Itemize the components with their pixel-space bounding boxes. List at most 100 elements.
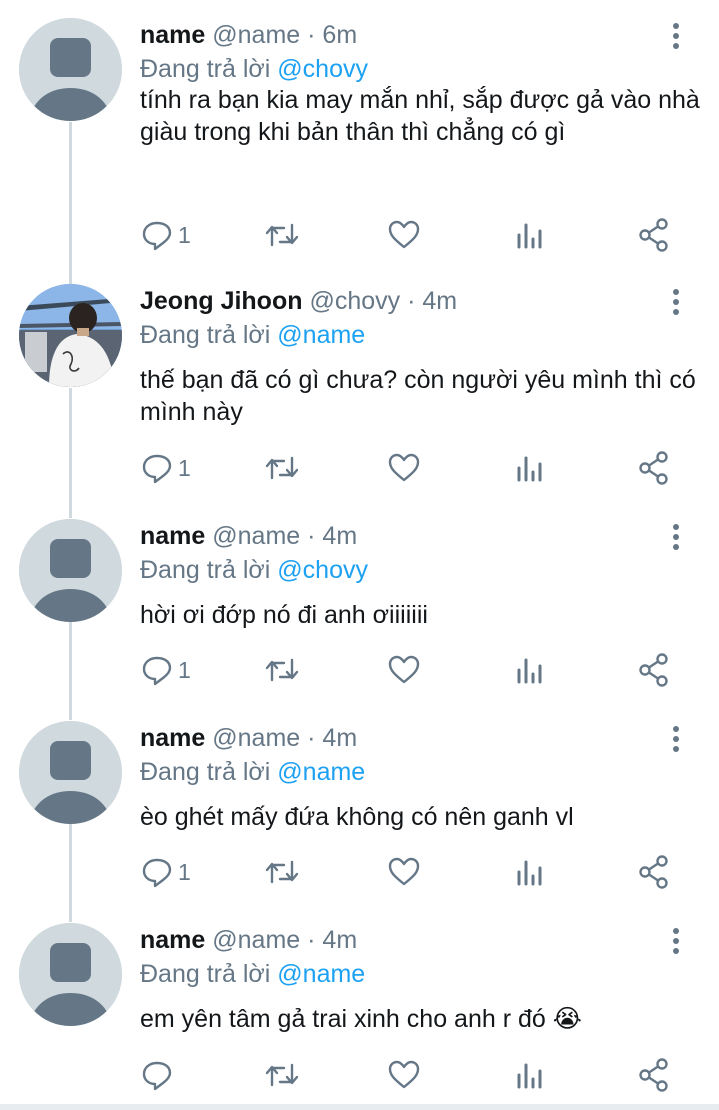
tweet-header: name @name · 4m	[140, 519, 357, 553]
reply-button[interactable]	[141, 1055, 201, 1095]
bottom-divider	[0, 1104, 719, 1110]
replying-to: Đang trả lời @chovy	[140, 553, 368, 587]
reply-icon	[142, 1061, 172, 1091]
views-button[interactable]	[515, 852, 545, 892]
retweet-icon	[265, 658, 299, 682]
reply-button[interactable]: 1	[141, 448, 201, 488]
more-options-icon[interactable]	[664, 519, 688, 551]
tweet-text: hời ơi đớp nó đi anh ơiiiiiii	[140, 601, 428, 629]
like-button[interactable]	[387, 852, 421, 892]
analytics-icon	[517, 456, 542, 482]
tweet-actions: 1	[0, 215, 719, 255]
more-options-icon[interactable]	[664, 923, 688, 955]
tweet-actions: 1	[0, 852, 719, 892]
heart-icon	[388, 655, 420, 684]
share-icon	[639, 451, 668, 485]
default-avatar[interactable]	[19, 923, 122, 1026]
separator: ·	[307, 522, 316, 550]
replying-to-label: Đang trả lời	[140, 55, 271, 83]
photo-avatar[interactable]	[19, 284, 122, 387]
replying-to: Đang trả lời @name	[140, 755, 365, 789]
analytics-icon	[517, 223, 542, 249]
mention-link[interactable]: @name	[277, 758, 365, 786]
views-button[interactable]	[515, 215, 545, 255]
timestamp[interactable]: 4m	[322, 724, 357, 752]
heart-icon	[388, 220, 420, 249]
share-icon	[639, 218, 668, 252]
views-button[interactable]	[515, 448, 545, 488]
reply-button[interactable]: 1	[141, 215, 201, 255]
analytics-icon	[517, 860, 542, 886]
mention-link[interactable]: @chovy	[277, 556, 368, 584]
share-button[interactable]	[637, 1055, 671, 1095]
display-name[interactable]: Jeong Jihoon	[140, 287, 303, 315]
timestamp[interactable]: 4m	[322, 522, 357, 550]
tweet-actions: 1	[0, 650, 719, 690]
user-handle[interactable]: @chovy	[309, 287, 400, 315]
tweet-header: name @name · 4m	[140, 721, 357, 755]
share-icon	[639, 653, 668, 687]
retweet-button[interactable]	[264, 1055, 300, 1095]
display-name[interactable]: name	[140, 21, 205, 49]
retweet-button[interactable]	[264, 852, 300, 892]
mention-link[interactable]: @name	[277, 960, 365, 988]
timestamp[interactable]: 4m	[422, 287, 457, 315]
default-avatar[interactable]	[19, 519, 122, 622]
display-name[interactable]: name	[140, 926, 205, 954]
replying-to: Đang trả lời @chovy	[140, 52, 368, 86]
display-name[interactable]: name	[140, 724, 205, 752]
user-handle[interactable]: @name	[212, 21, 300, 49]
retweet-button[interactable]	[264, 650, 300, 690]
tweet-text: tính ra bạn kia may mắn nhỉ, sắp được gả…	[140, 86, 700, 146]
share-button[interactable]	[637, 215, 671, 255]
tweet-text: èo ghét mấy đứa không có nên ganh vl	[140, 803, 574, 831]
reply-icon	[142, 454, 172, 484]
default-avatar[interactable]	[19, 721, 122, 824]
replying-to-label: Đang trả lời	[140, 556, 271, 584]
reply-icon	[142, 221, 172, 251]
user-handle[interactable]: @name	[212, 926, 300, 954]
heart-icon	[388, 453, 420, 482]
retweet-button[interactable]	[264, 215, 300, 255]
like-button[interactable]	[387, 650, 421, 690]
user-handle[interactable]: @name	[212, 724, 300, 752]
tweet-header: name @name · 4m	[140, 923, 357, 957]
retweet-icon	[265, 860, 299, 884]
timestamp[interactable]: 6m	[322, 21, 357, 49]
tweet-header: name @name · 6m	[140, 18, 357, 52]
retweet-button[interactable]	[264, 448, 300, 488]
reply-count: 1	[178, 455, 191, 481]
tweet-text: thế bạn đã có gì chưa? còn người yêu mìn…	[140, 366, 696, 426]
reply-button[interactable]: 1	[141, 650, 201, 690]
display-name[interactable]: name	[140, 522, 205, 550]
like-button[interactable]	[387, 1055, 421, 1095]
tweet-text: em yên tâm gả trai xinh cho anh r đó 😭	[140, 1005, 582, 1033]
default-avatar[interactable]	[19, 18, 122, 121]
mention-link[interactable]: @name	[277, 321, 365, 349]
like-button[interactable]	[387, 448, 421, 488]
retweet-icon	[265, 456, 299, 480]
share-button[interactable]	[637, 852, 671, 892]
reply-count: 1	[178, 859, 191, 885]
more-options-icon[interactable]	[664, 284, 688, 316]
reply-button[interactable]: 1	[141, 852, 201, 892]
user-handle[interactable]: @name	[212, 522, 300, 550]
separator: ·	[307, 724, 316, 752]
reply-icon	[142, 858, 172, 888]
share-icon	[639, 1058, 668, 1092]
replying-to: Đang trả lời @name	[140, 318, 365, 352]
reply-icon	[142, 656, 172, 686]
more-options-icon[interactable]	[664, 18, 688, 50]
views-button[interactable]	[515, 650, 545, 690]
replying-to-label: Đang trả lời	[140, 960, 271, 988]
replying-to-label: Đang trả lời	[140, 321, 271, 349]
timestamp[interactable]: 4m	[322, 926, 357, 954]
views-button[interactable]	[515, 1055, 545, 1095]
replying-to-label: Đang trả lời	[140, 758, 271, 786]
share-button[interactable]	[637, 650, 671, 690]
like-button[interactable]	[387, 215, 421, 255]
share-button[interactable]	[637, 448, 671, 488]
reply-thread: name @name · 6m Đang trả lời @chovy tính…	[0, 0, 719, 1110]
more-options-icon[interactable]	[664, 721, 688, 753]
mention-link[interactable]: @chovy	[277, 55, 368, 83]
